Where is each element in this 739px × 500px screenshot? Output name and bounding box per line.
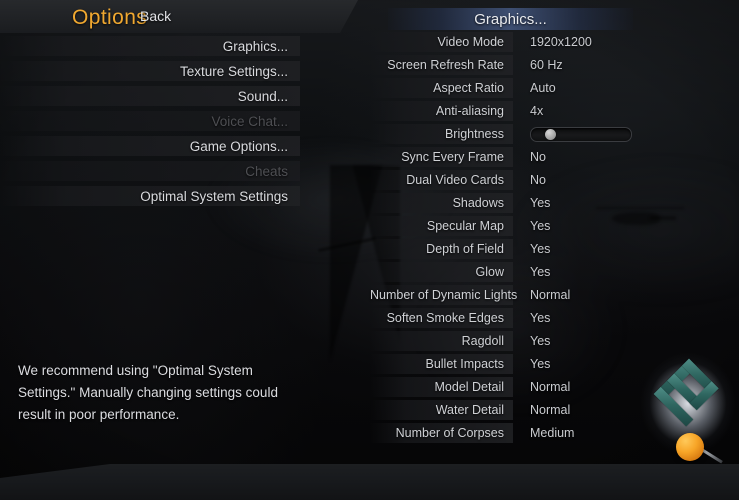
setting-label: Screen Refresh Rate	[370, 55, 513, 75]
setting-value[interactable]: Yes	[530, 357, 550, 371]
setting-row[interactable]: Brightness	[370, 124, 739, 144]
setting-label: Aspect Ratio	[370, 78, 513, 98]
setting-value[interactable]: 1920x1200	[530, 35, 592, 49]
setting-label: Dual Video Cards	[370, 170, 513, 190]
menu-item-cheats: Cheats	[0, 161, 300, 181]
setting-value[interactable]: No	[530, 173, 546, 187]
recommendation-text: We recommend using "Optimal System Setti…	[18, 363, 278, 422]
setting-row[interactable]: Screen Refresh Rate 60 Hz	[370, 55, 739, 75]
setting-row[interactable]: Ragdoll Yes	[370, 331, 739, 351]
title-bar	[0, 0, 358, 33]
setting-label: Brightness	[370, 124, 513, 144]
setting-label: Water Detail	[370, 400, 513, 420]
setting-row[interactable]: Glow Yes	[370, 262, 739, 282]
setting-value[interactable]: 60 Hz	[530, 58, 563, 72]
back-button[interactable]: Back	[140, 8, 171, 24]
setting-value[interactable]: No	[530, 150, 546, 164]
setting-row[interactable]: Specular Map Yes	[370, 216, 739, 236]
setting-value[interactable]: Yes	[530, 196, 550, 210]
setting-label: Specular Map	[370, 216, 513, 236]
setting-label: Anti-aliasing	[370, 101, 513, 121]
watermark-sphere-icon	[676, 433, 704, 461]
panel-header: Graphics...	[388, 8, 633, 30]
setting-label: Number of Dynamic Lights	[370, 285, 517, 305]
setting-value[interactable]: Auto	[530, 81, 556, 95]
slider-knob[interactable]	[545, 128, 557, 140]
setting-label: Depth of Field	[370, 239, 513, 259]
setting-row[interactable]: Aspect Ratio Auto	[370, 78, 739, 98]
setting-row[interactable]: Dual Video Cards No	[370, 170, 739, 190]
setting-label: Sync Every Frame	[370, 147, 513, 167]
setting-row[interactable]: Video Mode 1920x1200	[370, 32, 739, 52]
setting-value[interactable]: Yes	[530, 219, 550, 233]
setting-value[interactable]: Yes	[530, 265, 550, 279]
setting-value[interactable]: Yes	[530, 311, 550, 325]
setting-label: Shadows	[370, 193, 513, 213]
menu-item-voice-chat: Voice Chat...	[0, 111, 300, 131]
setting-row[interactable]: Number of Dynamic Lights Normal	[370, 285, 739, 305]
watermark-logo	[632, 349, 739, 485]
setting-value[interactable]: Normal	[530, 403, 570, 417]
menu-item-texture-settings[interactable]: Texture Settings...	[0, 61, 300, 81]
setting-value[interactable]: Yes	[530, 334, 550, 348]
menu-item-sound[interactable]: Sound...	[0, 86, 300, 106]
setting-label: Model Detail	[370, 377, 513, 397]
setting-row[interactable]: Anti-aliasing 4x	[370, 101, 739, 121]
setting-label: Number of Corpses	[370, 423, 513, 443]
setting-label: Video Mode	[370, 32, 513, 52]
setting-value[interactable]: Normal	[530, 288, 570, 302]
setting-value[interactable]: Normal	[530, 380, 570, 394]
setting-label: Glow	[370, 262, 513, 282]
setting-value[interactable]: Medium	[530, 426, 574, 440]
options-menu: Graphics... Texture Settings... Sound... Vo…	[0, 36, 300, 211]
setting-value[interactable]: 4x	[530, 104, 543, 118]
setting-label: Soften Smoke Edges	[370, 308, 513, 328]
setting-value[interactable]: Yes	[530, 242, 550, 256]
options-screen: Options Graphics... Texture Settings... So…	[0, 0, 739, 500]
bottom-bar	[0, 464, 739, 500]
setting-row[interactable]: Sync Every Frame No	[370, 147, 739, 167]
menu-item-optimal-system-settings[interactable]: Optimal System Settings	[0, 186, 300, 206]
setting-row[interactable]: Depth of Field Yes	[370, 239, 739, 259]
setting-label: Ragdoll	[370, 331, 513, 351]
page-title: Options	[72, 6, 148, 29]
brightness-slider[interactable]	[530, 126, 632, 142]
setting-row[interactable]: Soften Smoke Edges Yes	[370, 308, 739, 328]
menu-item-graphics[interactable]: Graphics...	[0, 36, 300, 56]
menu-item-game-options[interactable]: Game Options...	[0, 136, 300, 156]
setting-label: Bullet Impacts	[370, 354, 513, 374]
setting-row[interactable]: Shadows Yes	[370, 193, 739, 213]
